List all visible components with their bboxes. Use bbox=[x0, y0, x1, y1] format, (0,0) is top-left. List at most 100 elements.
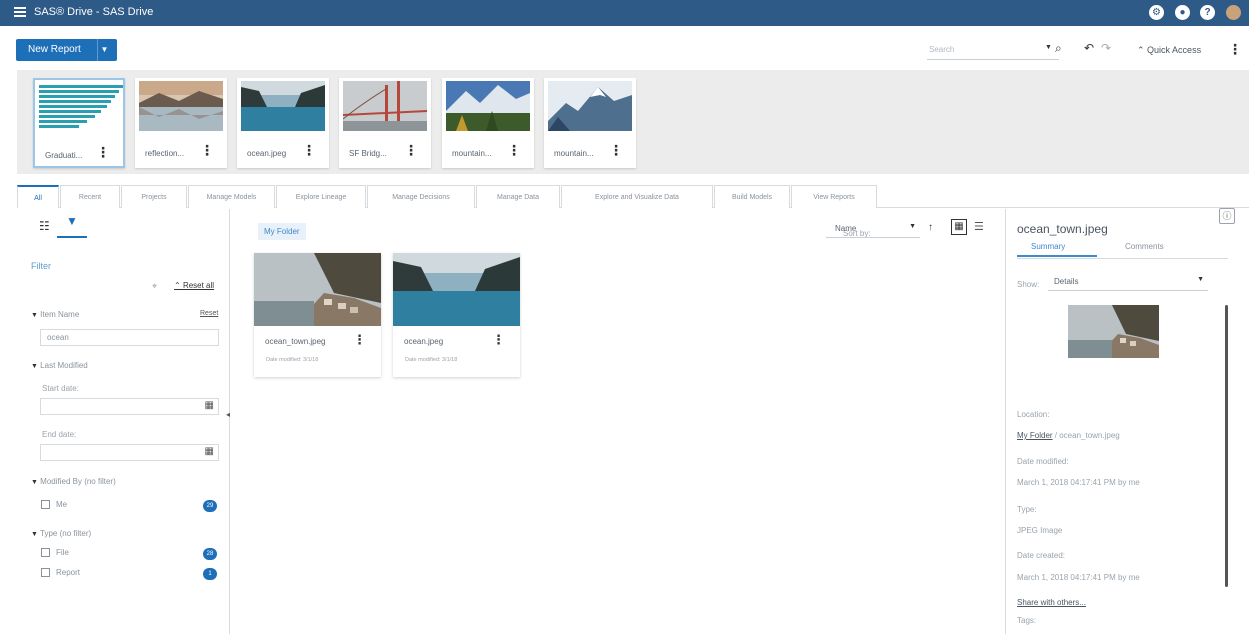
list-view-icon[interactable]: ☰ bbox=[974, 220, 984, 233]
file-modified: Date modified: 3/1/18 bbox=[266, 357, 318, 363]
end-date-label: End date: bbox=[42, 430, 77, 439]
recent-item[interactable]: mountain... ⋮ bbox=[442, 78, 534, 168]
recent-item-label: mountain... bbox=[554, 149, 594, 158]
more-options-icon[interactable]: ⋮ bbox=[404, 142, 418, 159]
count-badge: 28 bbox=[203, 548, 217, 560]
app-title: SAS® Drive - SAS Drive bbox=[34, 6, 154, 18]
last-modified-label: Last Modified bbox=[40, 361, 88, 370]
sort-dropdown[interactable]: Name ▼ bbox=[826, 220, 920, 238]
tab-build-models[interactable]: Build Models bbox=[714, 185, 790, 208]
sort-direction-icon[interactable]: ↑ bbox=[928, 222, 933, 233]
show-dropdown[interactable]: Details ▼ bbox=[1048, 273, 1208, 291]
end-date-field[interactable]: ▦ bbox=[40, 444, 219, 461]
mountain-thumbnail bbox=[446, 81, 530, 131]
last-modified-section[interactable]: ▼ Last Modified bbox=[31, 361, 88, 370]
filter-heading: Filter bbox=[31, 261, 51, 271]
filter-icon[interactable]: ▼ bbox=[57, 214, 87, 238]
tab-summary[interactable]: Summary bbox=[1017, 242, 1097, 257]
modified-by-me-checkbox[interactable]: Me bbox=[41, 500, 67, 510]
collapse-panel-icon[interactable]: ◂ bbox=[226, 410, 234, 422]
reset-all-link[interactable]: ⌃ Reset all bbox=[174, 281, 214, 290]
more-options-icon[interactable]: ⋮ bbox=[1228, 41, 1242, 58]
more-options-icon[interactable]: ⋮ bbox=[492, 332, 505, 348]
calendar-icon[interactable]: ▦ bbox=[205, 446, 214, 457]
reset-all-label: Reset all bbox=[182, 281, 215, 290]
show-label: Show: bbox=[1017, 280, 1040, 289]
checkbox[interactable] bbox=[41, 500, 50, 510]
item-name-reset-link[interactable]: Reset bbox=[200, 310, 218, 317]
more-options-icon[interactable]: ⋮ bbox=[507, 142, 521, 159]
tab-manage-models[interactable]: Manage Models bbox=[188, 185, 275, 208]
file-card[interactable]: ocean_town.jpeg ⋮ Date modified: 3/1/18 bbox=[254, 253, 381, 377]
type-report-checkbox[interactable]: Report bbox=[41, 568, 81, 578]
more-options-icon[interactable]: ⋮ bbox=[200, 142, 214, 159]
recent-item[interactable]: SF Bridg... ⋮ bbox=[339, 78, 431, 168]
recent-item-label: mountain... bbox=[452, 149, 492, 158]
checkbox[interactable] bbox=[41, 568, 50, 578]
type-label: Type (no filter) bbox=[40, 529, 92, 538]
more-options-icon[interactable]: ⋮ bbox=[96, 144, 110, 161]
preview-image bbox=[1068, 305, 1159, 358]
checkbox[interactable] bbox=[41, 548, 50, 558]
tab-explore-lineage[interactable]: Explore Lineage bbox=[276, 185, 366, 208]
settings-icon[interactable]: ⚙ bbox=[1149, 5, 1164, 20]
file-card[interactable]: ocean.jpeg ⋮ Date modified: 3/1/18 bbox=[393, 253, 520, 377]
item-name-field[interactable]: ocean bbox=[40, 329, 219, 346]
search-input[interactable]: Search ▼ ⌕ bbox=[927, 41, 1062, 60]
scrollbar[interactable] bbox=[1225, 305, 1228, 587]
type-report-label: Report bbox=[56, 568, 81, 577]
more-options-icon[interactable]: ⋮ bbox=[353, 332, 366, 348]
recent-item[interactable]: ocean.jpeg ⋮ bbox=[237, 78, 329, 168]
file-name: ocean.jpeg bbox=[404, 337, 444, 346]
undo-icon[interactable]: ↶ bbox=[1084, 41, 1094, 55]
avatar[interactable] bbox=[1226, 5, 1241, 20]
tab-all[interactable]: All bbox=[17, 185, 59, 208]
item-name-section[interactable]: ▼ Item Name bbox=[31, 310, 79, 319]
collapse-arrow-icon: ▼ bbox=[31, 363, 38, 370]
count-badge: 1 bbox=[203, 568, 217, 580]
quick-access-button[interactable]: ⌃ Quick Access bbox=[1137, 45, 1201, 56]
chevron-down-icon: ▼ bbox=[1197, 276, 1204, 283]
share-link[interactable]: Share with others... bbox=[1017, 598, 1086, 607]
search-scope-dropdown-icon[interactable]: ▼ bbox=[1045, 44, 1052, 51]
type-value: JPEG Image bbox=[1017, 526, 1063, 535]
grid-view-icon[interactable]: ▦ bbox=[951, 219, 967, 235]
list-view-icon[interactable]: ☷ bbox=[39, 219, 50, 233]
date-created-label: Date created: bbox=[1017, 551, 1066, 560]
pin-icon[interactable]: ⌖ bbox=[152, 281, 157, 292]
hamburger-menu-icon[interactable] bbox=[14, 7, 26, 17]
recent-item[interactable]: reflection... ⋮ bbox=[135, 78, 227, 168]
type-file-checkbox[interactable]: File bbox=[41, 548, 69, 558]
tab-manage-decisions[interactable]: Manage Decisions bbox=[367, 185, 475, 208]
tab-projects[interactable]: Projects bbox=[121, 185, 187, 208]
details-title: ocean_town.jpeg bbox=[1017, 222, 1108, 236]
date-modified-label: Date modified: bbox=[1017, 457, 1069, 466]
modified-by-section[interactable]: ▼ Modified By (no filter) bbox=[31, 477, 116, 486]
breadcrumb[interactable]: My Folder bbox=[258, 223, 306, 240]
type-file-label: File bbox=[56, 548, 69, 557]
date-modified-value: 3/1/18 bbox=[303, 357, 319, 363]
help-icon[interactable]: ? bbox=[1200, 5, 1215, 20]
new-report-button[interactable]: New Report ▼ bbox=[16, 39, 117, 61]
location-link[interactable]: My Folder bbox=[1017, 431, 1053, 440]
tab-manage-data[interactable]: Manage Data bbox=[476, 185, 560, 208]
more-options-icon[interactable]: ⋮ bbox=[609, 142, 623, 159]
recent-item[interactable]: mountain... ⋮ bbox=[544, 78, 636, 168]
count-badge: 29 bbox=[203, 500, 217, 512]
search-icon[interactable]: ⌕ bbox=[1055, 41, 1062, 56]
recent-item[interactable]: Graduati... ⋮ bbox=[33, 78, 125, 168]
tab-explore-visualize-data[interactable]: Explore and Visualize Data bbox=[561, 185, 713, 208]
user-icon[interactable]: ● bbox=[1175, 5, 1190, 20]
redo-icon[interactable]: ↷ bbox=[1101, 41, 1111, 55]
tab-recent[interactable]: Recent bbox=[60, 185, 120, 208]
recent-item-label: SF Bridg... bbox=[349, 149, 387, 158]
start-date-field[interactable]: ▦ bbox=[40, 398, 219, 415]
calendar-icon[interactable]: ▦ bbox=[205, 400, 214, 411]
tab-comments[interactable]: Comments bbox=[1125, 242, 1164, 251]
type-section[interactable]: ▼ Type (no filter) bbox=[31, 529, 91, 538]
chevron-down-icon[interactable]: ▼ bbox=[97, 39, 111, 61]
tags-label: Tags: bbox=[1017, 616, 1037, 625]
more-options-icon[interactable]: ⋮ bbox=[302, 142, 316, 159]
divider bbox=[1017, 258, 1228, 259]
tab-view-reports[interactable]: View Reports bbox=[791, 185, 877, 208]
